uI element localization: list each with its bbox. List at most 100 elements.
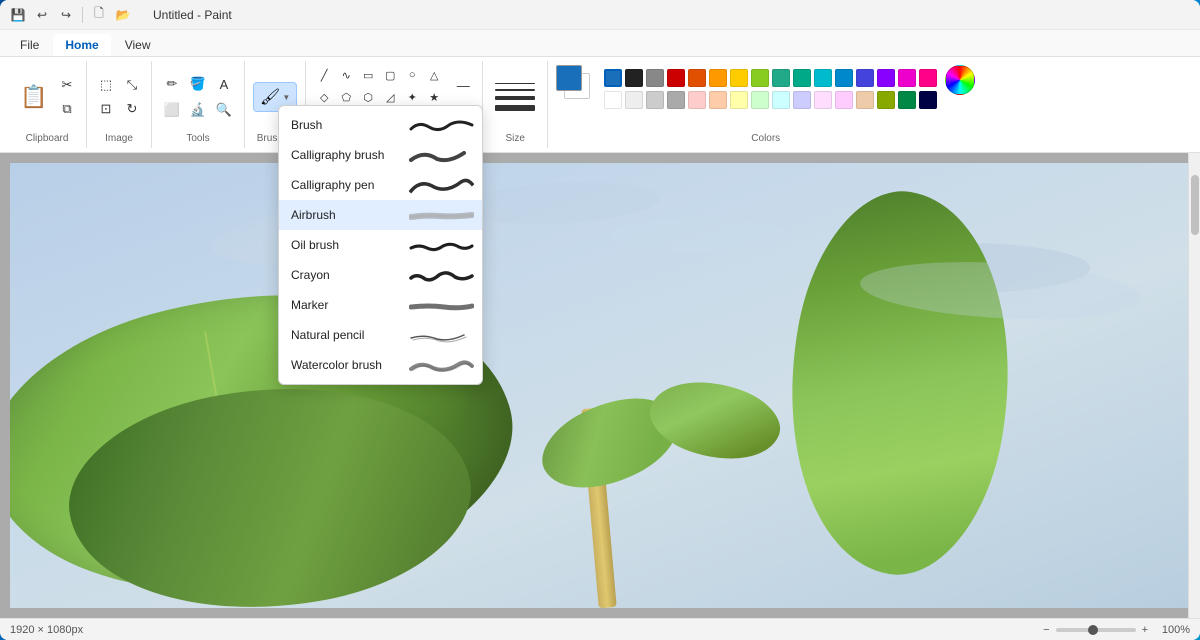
resize-button[interactable]: ⤡ <box>121 74 143 96</box>
shape-right-triangle[interactable]: ◿ <box>380 87 400 107</box>
brush-stroke-preview-watercolor <box>409 355 474 375</box>
bg-detail-1 <box>459 178 661 228</box>
brush-stroke-preview-calligraphy-pen <box>409 175 474 195</box>
save-icon[interactable]: 💾 <box>8 5 28 25</box>
shape-ellipse[interactable]: ○ <box>402 65 422 85</box>
brush-item-marker[interactable]: Marker <box>279 290 482 320</box>
cut-button[interactable]: ✂ <box>56 74 78 96</box>
copy-button[interactable]: ⧉ <box>56 98 78 120</box>
shape-rhombus[interactable]: ◇ <box>314 87 334 107</box>
swatch-magenta[interactable] <box>898 69 916 87</box>
text-tool[interactable]: A <box>212 72 236 96</box>
swatch-blue[interactable] <box>604 69 622 87</box>
brush-item-calligraphy-pen[interactable]: Calligraphy pen <box>279 170 482 200</box>
color-row-1 <box>604 69 937 87</box>
brush-item-natural-pencil[interactable]: Natural pencil <box>279 320 482 350</box>
group-tools: ✏ 🪣 A ⬜ 🔬 🔍 Tools <box>152 61 245 148</box>
shape-outline-button[interactable]: — <box>452 74 474 96</box>
swatch-olive[interactable] <box>877 91 895 109</box>
brush-item-brush[interactable]: Brush <box>279 110 482 140</box>
swatch-white[interactable] <box>604 91 622 109</box>
shape-pentagon[interactable]: ⬠ <box>336 87 356 107</box>
scrollbar-thumb[interactable] <box>1191 175 1199 235</box>
color-wheel[interactable] <box>945 65 975 95</box>
color1-swatch[interactable] <box>556 65 582 91</box>
brush-stroke-svg-calligraphy-brush <box>409 145 474 165</box>
canvas-area[interactable] <box>0 153 1200 618</box>
swatch-yellow-green[interactable] <box>751 69 769 87</box>
swatch-yellow[interactable] <box>730 69 748 87</box>
swatch-light-gray2[interactable] <box>646 91 664 109</box>
swatch-green[interactable] <box>793 69 811 87</box>
swatch-orange-red[interactable] <box>688 69 706 87</box>
select-button[interactable]: ⬚ <box>95 74 117 96</box>
redo-icon[interactable]: ↪ <box>56 5 76 25</box>
swatch-peach[interactable] <box>709 91 727 109</box>
brush-item-airbrush[interactable]: Airbrush <box>279 200 482 230</box>
swatch-light-yellow[interactable] <box>730 91 748 109</box>
eyedropper-tool[interactable]: 🔬 <box>186 98 210 122</box>
swatch-navy[interactable] <box>919 91 937 109</box>
shape-triangle[interactable]: △ <box>424 65 444 85</box>
undo-icon[interactable]: ↩ <box>32 5 52 25</box>
rotate-button[interactable]: ↻ <box>121 98 143 120</box>
open-icon[interactable]: 📂 <box>113 5 133 25</box>
tab-home[interactable]: Home <box>53 34 110 56</box>
brush-stroke-preview-natural-pencil <box>409 325 474 345</box>
swatch-lavender[interactable] <box>793 91 811 109</box>
swatch-dark-green[interactable] <box>898 91 916 109</box>
swatch-light-green[interactable] <box>751 91 769 109</box>
shape-roundrect[interactable]: ▢ <box>380 65 400 85</box>
swatch-red[interactable] <box>667 69 685 87</box>
size-4px[interactable] <box>495 96 535 100</box>
paste-button[interactable]: 📋 <box>16 75 52 119</box>
brush-item-crayon[interactable]: Crayon <box>279 260 482 290</box>
brush-item-oil-brush[interactable]: Oil brush <box>279 230 482 260</box>
swatch-cornflower[interactable] <box>835 69 853 87</box>
zoom-in-button[interactable]: + <box>1142 624 1148 636</box>
size-2px[interactable] <box>495 89 535 91</box>
swatch-light-cyan[interactable] <box>772 91 790 109</box>
swatch-light-violet[interactable] <box>835 91 853 109</box>
zoom-slider[interactable] <box>1056 628 1136 632</box>
brush-item-watercolor-brush[interactable]: Watercolor brush <box>279 350 482 380</box>
paint-window: 💾 ↩ ↪ 🗋 📂 Untitled - Paint File Home Vie… <box>0 0 1200 640</box>
brush-item-calligraphy-brush[interactable]: Calligraphy brush <box>279 140 482 170</box>
swatch-black[interactable] <box>625 69 643 87</box>
swatch-light-gray1[interactable] <box>625 91 643 109</box>
swatch-orange[interactable] <box>709 69 727 87</box>
shape-line[interactable]: ╱ <box>314 65 334 85</box>
swatch-medium-gray[interactable] <box>667 91 685 109</box>
shape-star4[interactable]: ✦ <box>402 87 422 107</box>
swatch-tan[interactable] <box>856 91 874 109</box>
colors-label: Colors <box>751 129 780 144</box>
zoom-tool[interactable]: 🔍 <box>212 98 236 122</box>
crop-button[interactable]: ⊡ <box>95 98 117 120</box>
zoom-out-button[interactable]: − <box>1043 624 1049 636</box>
tab-view[interactable]: View <box>113 34 163 56</box>
swatch-cyan[interactable] <box>814 69 832 87</box>
shape-rect[interactable]: ▭ <box>358 65 378 85</box>
eraser-tool[interactable]: ⬜ <box>160 98 184 122</box>
swatch-light-pink[interactable] <box>688 91 706 109</box>
fill-tool[interactable]: 🪣 <box>186 72 210 96</box>
swatch-light-magenta[interactable] <box>814 91 832 109</box>
swatch-gray[interactable] <box>646 69 664 87</box>
shape-curve[interactable]: ∿ <box>336 65 356 85</box>
size-6px[interactable] <box>495 105 535 111</box>
new-icon[interactable]: 🗋 <box>89 5 109 25</box>
separator <box>82 7 83 23</box>
shape-star5[interactable]: ★ <box>424 87 444 107</box>
swatch-medium-blue[interactable] <box>856 69 874 87</box>
swatch-purple[interactable] <box>877 69 895 87</box>
swatch-pink[interactable] <box>919 69 937 87</box>
shape-hexagon[interactable]: ⬡ <box>358 87 378 107</box>
leaf-small-right <box>641 363 789 478</box>
paint-canvas[interactable] <box>10 163 1190 608</box>
vertical-scrollbar[interactable] <box>1188 153 1200 618</box>
tab-file[interactable]: File <box>8 34 51 56</box>
swatch-teal[interactable] <box>772 69 790 87</box>
brush-stroke-svg-calligraphy-pen <box>409 175 474 195</box>
size-1px[interactable] <box>495 83 535 84</box>
pencil-tool[interactable]: ✏ <box>160 72 184 96</box>
